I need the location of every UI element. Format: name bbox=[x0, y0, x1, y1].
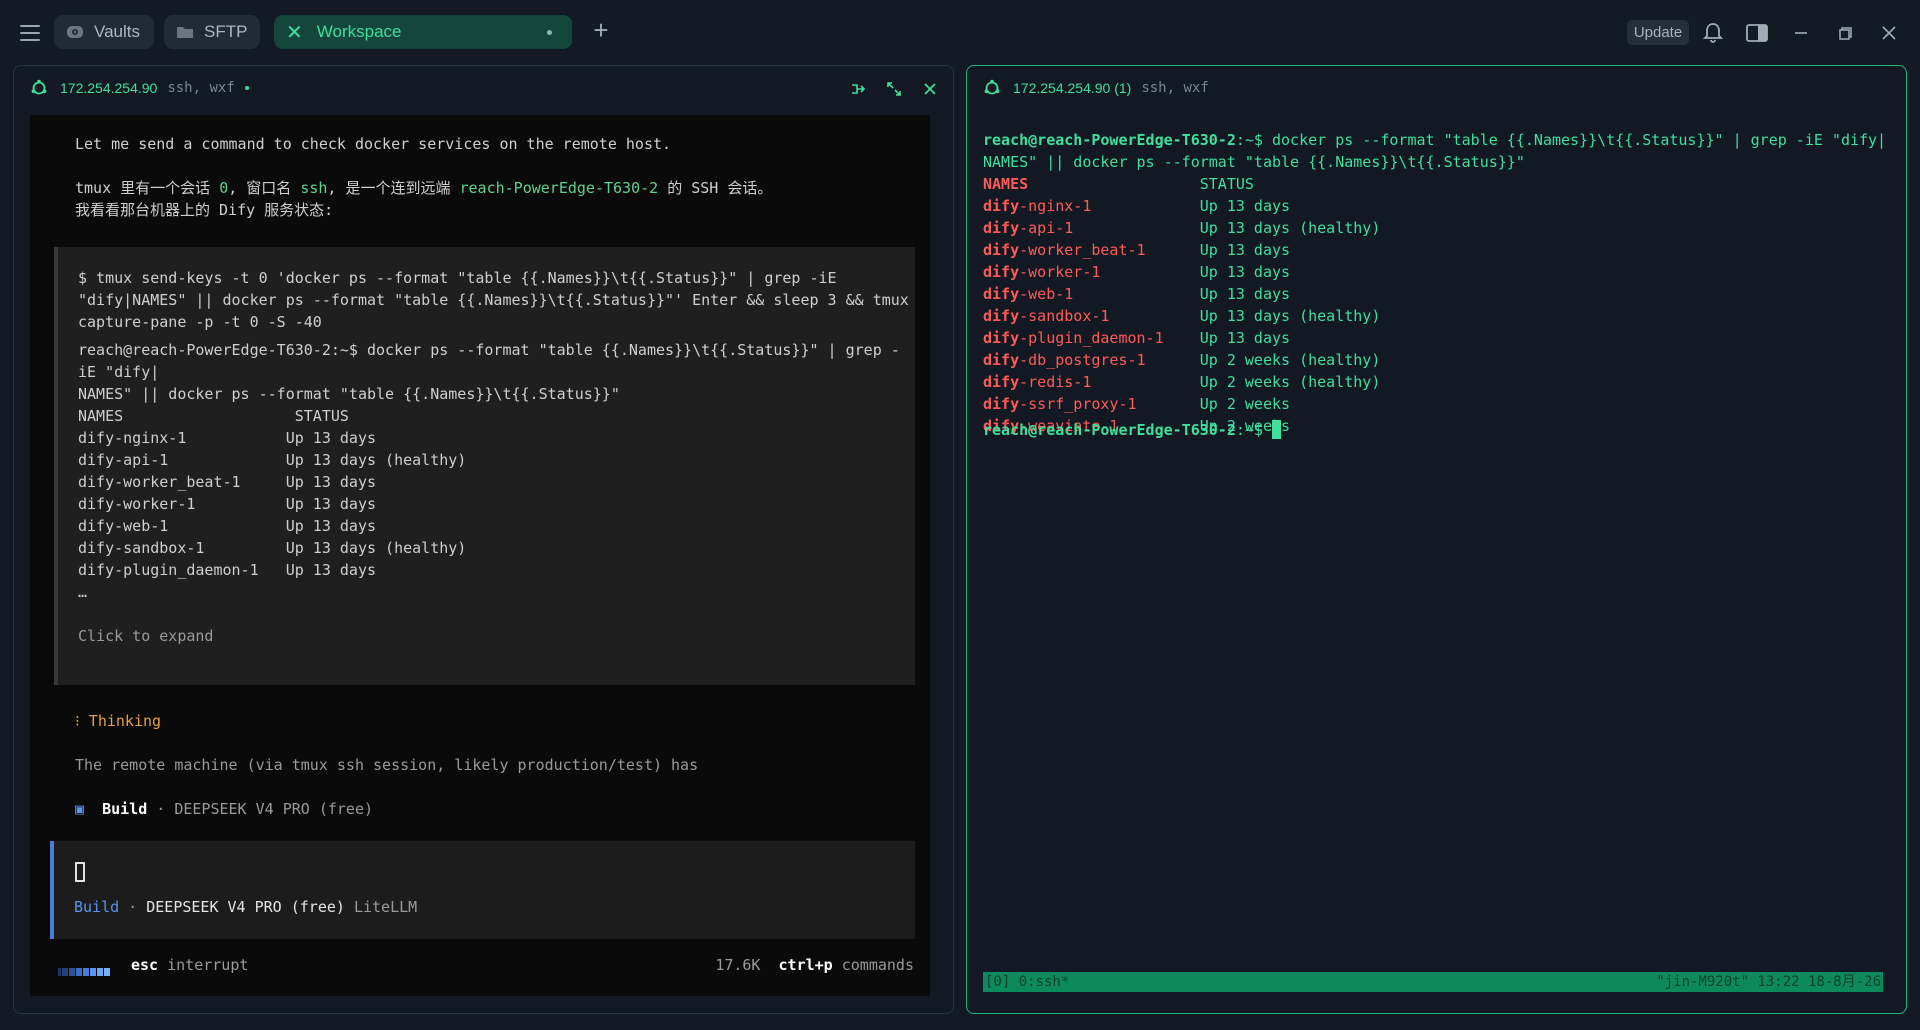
output-ellipsis: … bbox=[78, 583, 88, 601]
minimize-icon[interactable] bbox=[1788, 20, 1814, 46]
tab-label: Workspace bbox=[316, 22, 402, 41]
tool-call-block[interactable]: $ tmux send-keys -t 0 'docker ps --forma… bbox=[54, 247, 915, 685]
window-close-icon[interactable] bbox=[1876, 20, 1902, 46]
restore-icon[interactable] bbox=[1832, 20, 1858, 46]
container-row: dify-plugin_daemon-1 Up 13 days bbox=[983, 329, 1291, 347]
ssh-terminal[interactable]: reach@reach-PowerEdge-T630-2:~$ docker p… bbox=[983, 115, 1889, 997]
output-row: dify-worker-1 Up 13 days bbox=[78, 495, 377, 513]
folder-icon bbox=[177, 27, 193, 38]
unsaved-dot-icon bbox=[547, 30, 552, 35]
container-row: dify-worker-1 Up 13 days bbox=[983, 263, 1291, 281]
close-pane-icon[interactable] bbox=[921, 80, 939, 98]
container-row: dify-ssrf_proxy-1 Up 2 weeks bbox=[983, 395, 1291, 413]
container-row: dify-api-1 Up 13 days (healthy) bbox=[983, 219, 1381, 237]
output-header: NAMES STATUS bbox=[983, 175, 1254, 193]
prompt-input[interactable]: Build · DEEPSEEK V4 PRO (free) LiteLLM bbox=[50, 841, 915, 939]
container-row: dify-worker_beat-1 Up 13 days bbox=[983, 241, 1291, 259]
build-status-line: ▣ Build · DEEPSEEK V4 PRO (free) bbox=[75, 800, 374, 818]
tmux-status-bar: [0] 0:ssh* "jin-M920t" 13:22 18-8月-26 bbox=[983, 972, 1883, 992]
sidebar-toggle-icon[interactable] bbox=[1744, 20, 1770, 46]
output-line: reach@reach-PowerEdge-T630-2:~$ docker p… bbox=[78, 341, 900, 359]
tab-label: Vaults bbox=[94, 22, 140, 41]
command-line: NAMES" || docker ps --format "table {{.N… bbox=[983, 153, 1525, 171]
pane-header: 172.254.254.90 ssh, wxf bbox=[14, 66, 953, 110]
container-row: dify-redis-1 Up 2 weeks (healthy) bbox=[983, 373, 1381, 391]
tab-sftp[interactable]: SFTP bbox=[164, 15, 260, 49]
container-row: dify-sandbox-1 Up 13 days (healthy) bbox=[983, 307, 1381, 325]
pane-subtitle: ssh, wxf bbox=[1141, 80, 1209, 96]
tmux-host-clock: "jin-M920t" 13:22 18-8月-26 bbox=[1656, 974, 1881, 990]
bell-icon[interactable] bbox=[1700, 20, 1726, 46]
output-line: NAMES" || docker ps --format "table {{.N… bbox=[78, 385, 620, 403]
agent-terminal[interactable]: Let me send a command to check docker se… bbox=[30, 115, 930, 996]
ubuntu-icon bbox=[31, 79, 47, 95]
output-row: dify-nginx-1 Up 13 days bbox=[78, 429, 377, 447]
ubuntu-icon bbox=[984, 79, 1000, 95]
message-text: 我看看那台机器上的 Dify 服务状态: bbox=[75, 201, 334, 219]
expand-link[interactable]: Click to expand bbox=[78, 625, 213, 647]
new-tab-button[interactable]: + bbox=[588, 17, 614, 44]
message-text: tmux 里有一个会话 0, 窗口名 ssh, 是一个连到远端 reach-Po… bbox=[75, 179, 773, 197]
container-row: dify-web-1 Up 13 days bbox=[983, 285, 1291, 303]
command-line: reach@reach-PowerEdge-T630-2:~$ docker p… bbox=[983, 131, 1887, 149]
footer-right: 17.6K ctrl+p commands bbox=[715, 956, 914, 974]
command-line: "dify|NAMES" || docker ps --format "tabl… bbox=[78, 291, 909, 309]
menu-icon[interactable] bbox=[18, 22, 42, 42]
output-line: iE "dify| bbox=[78, 363, 160, 381]
close-icon[interactable]: ✕ bbox=[286, 20, 303, 45]
container-row: dify-db_postgres-1 Up 2 weeks (healthy) bbox=[983, 351, 1381, 369]
build-icon: ▣ bbox=[75, 800, 85, 818]
output-header: NAMES STATUS bbox=[78, 407, 349, 425]
pane-actions bbox=[849, 80, 939, 98]
top-bar: Vaults SFTP ✕ Workspace + Update bbox=[0, 0, 1920, 64]
text-cursor bbox=[75, 862, 85, 882]
thinking-text: The remote machine (via tmux ssh session… bbox=[75, 756, 699, 774]
progress-spinner-icon bbox=[58, 961, 128, 976]
token-count: 17.6K bbox=[715, 956, 761, 974]
shell-prompt: reach@reach-PowerEdge-T630-2:~$ bbox=[983, 419, 1281, 441]
right-terminal-pane[interactable]: 172.254.254.90 (1) ssh, wxf reach@reach-… bbox=[966, 65, 1907, 1014]
tab-vaults[interactable]: Vaults bbox=[54, 15, 154, 49]
pane-host: 172.254.254.90 (1) bbox=[1013, 80, 1132, 96]
interrupt-hint: esc interrupt bbox=[131, 956, 249, 974]
message-text: Let me send a command to check docker se… bbox=[75, 135, 672, 153]
thinking-label[interactable]: ⁝ Thinking bbox=[75, 710, 161, 732]
pane-host: 172.254.254.90 bbox=[60, 80, 158, 96]
output-row: dify-api-1 Up 13 days (healthy) bbox=[78, 451, 467, 469]
agent-mode-line: Build · DEEPSEEK V4 PRO (free) LiteLLM bbox=[74, 898, 418, 916]
output-row: dify-worker_beat-1 Up 13 days bbox=[78, 473, 377, 491]
maximize-icon[interactable] bbox=[885, 80, 903, 98]
output-row: dify-sandbox-1 Up 13 days (healthy) bbox=[78, 539, 467, 557]
command-line: $ tmux send-keys -t 0 'docker ps --forma… bbox=[78, 269, 837, 287]
connected-dot-icon bbox=[244, 86, 249, 90]
pane-subtitle: ssh, wxf bbox=[167, 80, 235, 96]
tmux-window-list[interactable]: [0] 0:ssh* bbox=[985, 972, 1069, 992]
update-button[interactable]: Update bbox=[1627, 20, 1689, 45]
left-terminal-pane[interactable]: 172.254.254.90 ssh, wxf Let me send a co… bbox=[13, 65, 954, 1014]
vault-icon bbox=[67, 26, 83, 38]
pane-header: 172.254.254.90 (1) ssh, wxf bbox=[967, 66, 1906, 110]
command-line: capture-pane -p -t 0 -S -40 bbox=[78, 313, 322, 331]
tab-workspace[interactable]: ✕ Workspace bbox=[274, 15, 572, 49]
output-row: dify-web-1 Up 13 days bbox=[78, 517, 377, 535]
split-icon[interactable] bbox=[849, 80, 867, 98]
output-row: dify-plugin_daemon-1 Up 13 days bbox=[78, 561, 377, 579]
container-row: dify-nginx-1 Up 13 days bbox=[983, 197, 1291, 215]
terminal-cursor bbox=[1272, 420, 1281, 439]
tab-label: SFTP bbox=[204, 22, 248, 41]
